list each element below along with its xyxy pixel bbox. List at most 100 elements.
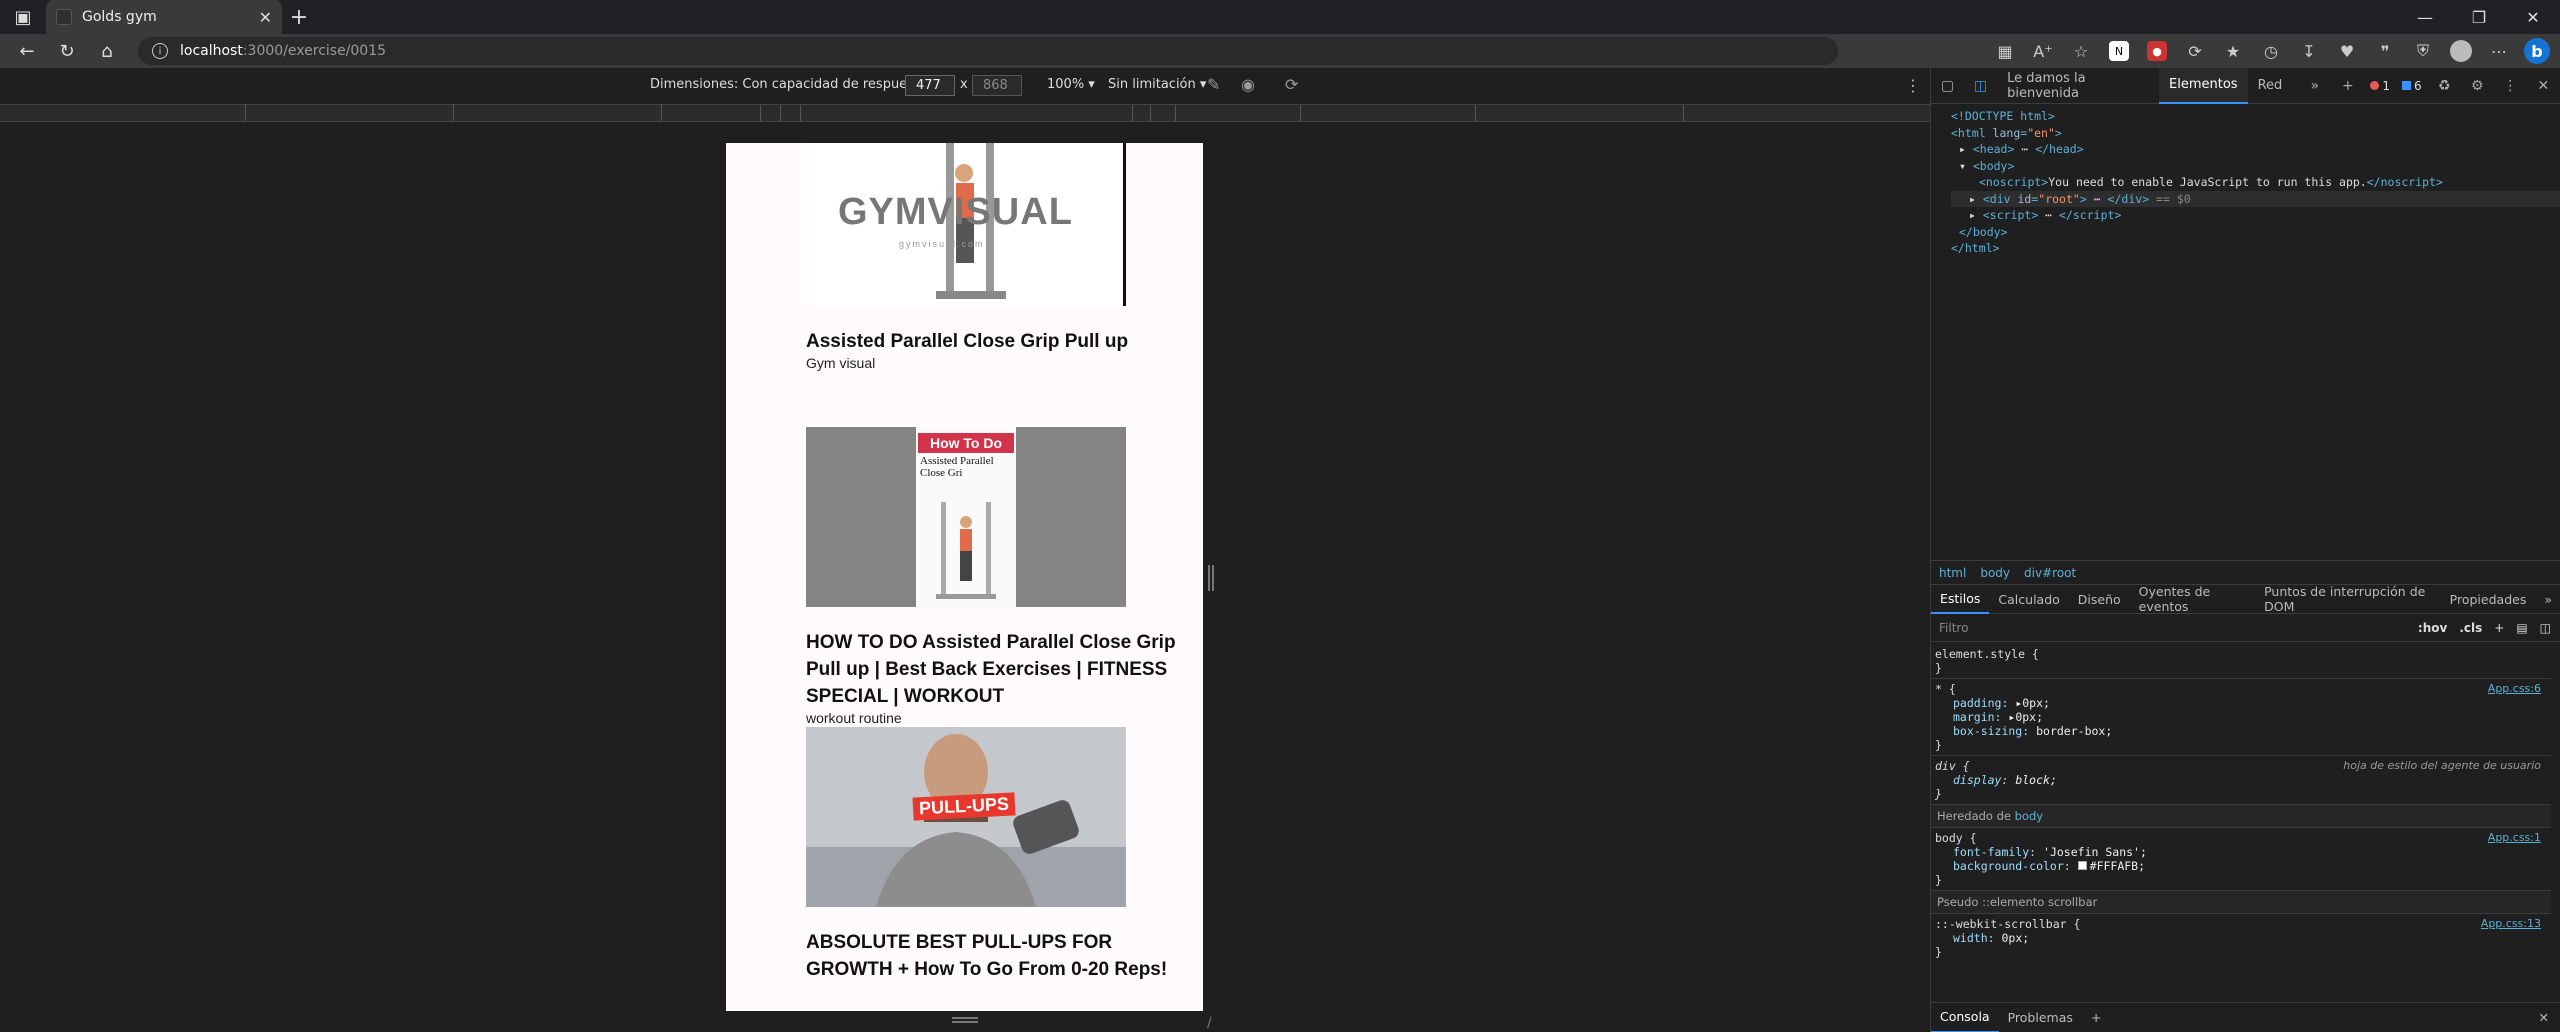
add-tab-icon[interactable]: +: [2331, 78, 2364, 94]
more-tabs-icon[interactable]: »: [2298, 78, 2331, 94]
video-card[interactable]: GYMVISUAL gymvisual.com Assisted Paralle…: [806, 143, 1128, 371]
inherited-link[interactable]: body: [2015, 809, 2043, 823]
video-channel[interactable]: workout routine: [806, 710, 1203, 726]
refresh-extension-icon[interactable]: ⟳: [2176, 36, 2214, 66]
tab-styles[interactable]: Estilos: [1931, 584, 1990, 614]
video-title[interactable]: ABSOLUTE BEST PULL-UPS FOR GROWTH + How …: [806, 929, 1203, 983]
device-emulation-icon[interactable]: ▢: [1931, 78, 1964, 94]
tab-welcome[interactable]: Le damos la bienvenida: [1997, 68, 2159, 104]
tab-computed[interactable]: Calculado: [1989, 584, 2068, 614]
no-touch-icon[interactable]: ✎: [1207, 75, 1220, 94]
star-rule-source[interactable]: App.css:6: [2488, 682, 2541, 696]
new-tab-button[interactable]: +: [282, 0, 316, 34]
vision-icon[interactable]: ◉: [1241, 75, 1255, 94]
copilot-icon[interactable]: b: [2524, 38, 2550, 64]
tab-actions-icon[interactable]: ▣: [0, 0, 46, 34]
dom-script-node[interactable]: ▸ <script> ⋯ </script>: [1951, 207, 2560, 224]
video-card[interactable]: How To Do Assisted Parallel Close Gri HO…: [806, 427, 1203, 726]
favorites-icon[interactable]: ★: [2214, 36, 2252, 66]
computed-toggle-icon[interactable]: ▤: [2516, 621, 2527, 635]
quote-icon[interactable]: ❞: [2366, 36, 2404, 66]
sidebar-toggle-icon[interactable]: ◫: [2540, 621, 2551, 635]
cls-button[interactable]: .cls: [2459, 621, 2482, 635]
browser-tab[interactable]: Golds gym ✕: [46, 0, 282, 34]
dom-html-node[interactable]: <html lang="en">: [1951, 125, 2560, 142]
close-tab-icon[interactable]: ✕: [259, 8, 272, 27]
font-family-value[interactable]: 'Josefin Sans';: [2043, 845, 2147, 859]
element-style-rule[interactable]: element.style { }: [1931, 644, 2551, 679]
extension-red-icon[interactable]: ●: [2147, 41, 2167, 61]
tab-dom-breakpoints[interactable]: Puntos de interrupción de DOM: [2255, 584, 2441, 614]
dom-html-close[interactable]: </html>: [1951, 240, 2560, 257]
dom-root-node[interactable]: ▸ <div id="root"> ⋯ </div> == $0: [1951, 190, 2560, 207]
dom-head-node[interactable]: ▸ <head> ⋯ </head>: [1951, 141, 2560, 158]
color-swatch[interactable]: [2077, 861, 2087, 870]
settings-gear-icon[interactable]: ⚙: [2461, 78, 2494, 94]
performance-icon[interactable]: ♥: [2328, 36, 2366, 66]
toggle-device-icon[interactable]: ◫: [1964, 78, 1997, 94]
viewport-width-resize-handle[interactable]: [1208, 565, 1214, 591]
dom-noscript-node[interactable]: <noscript>You need to enable JavaScript …: [1951, 174, 2560, 191]
tab-layout[interactable]: Diseño: [2069, 584, 2130, 614]
viewport-height-resize-handle[interactable]: [952, 1017, 978, 1023]
tab-event-listeners[interactable]: Oyentes de eventos: [2130, 584, 2255, 614]
ua-div-rule[interactable]: div { hoja de estilo del agente de usuar…: [1931, 756, 2551, 805]
video-thumbnail[interactable]: PULL-UPS: [806, 727, 1126, 907]
zoom-select[interactable]: 100% ▾: [1047, 77, 1095, 92]
dom-body-node[interactable]: ▾ <body>: [1951, 158, 2560, 175]
media-query-ruler[interactable]: [0, 104, 1930, 122]
info-badge[interactable]: 6: [2402, 79, 2422, 93]
extension-n-icon[interactable]: N: [2109, 41, 2129, 61]
restore-icon[interactable]: ❐: [2452, 0, 2506, 34]
tab-network[interactable]: Red: [2248, 68, 2293, 104]
filter-input[interactable]: Filtro: [1939, 621, 1968, 635]
video-title[interactable]: HOW TO DO Assisted Parallel Close Grip P…: [806, 629, 1203, 710]
width-input[interactable]: 477: [905, 75, 955, 96]
add-drawer-tab-icon[interactable]: +: [2082, 1003, 2110, 1032]
dom-doctype[interactable]: <!DOCTYPE html>: [1951, 108, 2560, 125]
connect-icon[interactable]: ♻: [2428, 78, 2461, 94]
rotate-icon[interactable]: ⟳: [1285, 75, 1298, 94]
video-channel[interactable]: Gym visual: [806, 355, 1128, 371]
video-thumbnail[interactable]: GYMVISUAL gymvisual.com: [806, 143, 1126, 306]
error-badge[interactable]: 1: [2370, 79, 2390, 93]
tab-issues[interactable]: Problemas: [1999, 1003, 2082, 1032]
read-aloud-icon[interactable]: A⁺: [2024, 36, 2062, 66]
tab-console[interactable]: Consola: [1931, 1003, 1999, 1032]
info-icon[interactable]: i: [152, 43, 168, 59]
tab-elements[interactable]: Elementos: [2159, 67, 2248, 104]
star-rule[interactable]: * { App.css:6 padding: ▸0px; margin: ▸0p…: [1931, 679, 2551, 756]
dom-body-close[interactable]: </body>: [1951, 224, 2560, 241]
breadcrumb-html[interactable]: html: [1939, 566, 1966, 580]
scrollbar-rule[interactable]: ::-webkit-scrollbar { App.css:13 width: …: [1931, 914, 2551, 962]
more-subtabs-icon[interactable]: »: [2535, 584, 2560, 614]
dom-tree[interactable]: <!DOCTYPE html> <html lang="en"> ▸ <head…: [1931, 104, 2560, 257]
home-icon[interactable]: ⌂: [90, 36, 124, 66]
close-devtools-icon[interactable]: ✕: [2527, 78, 2560, 94]
device-more-icon[interactable]: ⋮: [1905, 76, 1921, 95]
video-title[interactable]: Assisted Parallel Close Grip Pull up: [806, 328, 1128, 355]
minimize-icon[interactable]: —: [2398, 0, 2452, 34]
hov-button[interactable]: :hov: [2418, 621, 2447, 635]
downloads-icon[interactable]: ↧: [2290, 36, 2328, 66]
close-drawer-icon[interactable]: ✕: [2530, 1003, 2560, 1032]
close-window-icon[interactable]: ✕: [2506, 0, 2560, 34]
scrollbar-rule-source[interactable]: App.css:13: [2481, 917, 2541, 931]
breadcrumb-body[interactable]: body: [1980, 566, 2010, 580]
body-rule-source[interactable]: App.css:1: [2488, 831, 2541, 845]
height-input[interactable]: 868: [972, 75, 1022, 96]
url-field[interactable]: i localhost:3000/exercise/0015: [138, 37, 1838, 65]
devtools-more-icon[interactable]: ⋮: [2494, 78, 2527, 94]
favorite-star-icon[interactable]: ☆: [2062, 36, 2100, 66]
breadcrumb-root[interactable]: div#root: [2024, 566, 2076, 580]
back-icon[interactable]: ←: [10, 36, 44, 66]
apps-icon[interactable]: ▦: [1986, 36, 2024, 66]
more-menu-icon[interactable]: ⋯: [2480, 36, 2518, 66]
dimensions-select[interactable]: Dimensiones: Con capacidad de respuesta …: [650, 77, 938, 92]
new-rule-icon[interactable]: +: [2494, 621, 2504, 635]
reload-icon[interactable]: ↻: [50, 36, 84, 66]
throttling-select[interactable]: Sin limitación ▾: [1108, 77, 1206, 92]
bg-color-value[interactable]: #FFFAFB;: [2090, 859, 2145, 873]
video-card[interactable]: PULL-UPS ABSOLUTE BEST PULL-UPS FOR GROW…: [806, 727, 1203, 983]
tab-properties[interactable]: Propiedades: [2441, 584, 2536, 614]
